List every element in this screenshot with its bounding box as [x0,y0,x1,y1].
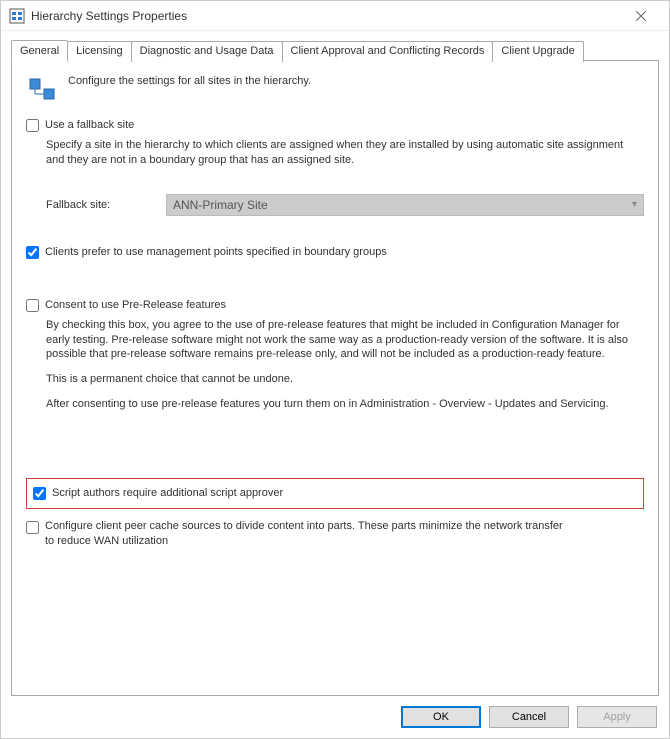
fallback-site-value: ANN-Primary Site [173,198,268,212]
dialog-button-row: OK Cancel Apply [1,696,669,738]
script-approver-checkbox[interactable] [33,487,46,500]
content-area: General Licensing Diagnostic and Usage D… [1,31,669,696]
window-icon [9,8,25,24]
hierarchy-settings-dialog: Hierarchy Settings Properties General Li… [0,0,670,739]
tab-client-approval[interactable]: Client Approval and Conflicting Records [282,41,494,62]
close-button[interactable] [621,2,661,30]
tab-diagnostic-usage[interactable]: Diagnostic and Usage Data [131,41,283,62]
intro-text: Configure the settings for all sites in … [68,73,311,87]
prerelease-checkbox[interactable] [26,299,39,312]
cancel-button[interactable]: Cancel [489,706,569,728]
fallback-site-checkbox[interactable] [26,119,39,132]
prerelease-text-3: After consenting to use pre-release feat… [46,397,644,412]
apply-button[interactable]: Apply [577,706,657,728]
tab-client-upgrade[interactable]: Client Upgrade [492,41,583,62]
titlebar: Hierarchy Settings Properties [1,1,669,31]
fallback-help-text: Specify a site in the hierarchy to which… [46,138,644,168]
hierarchy-icon [26,73,58,105]
tab-general[interactable]: General [11,40,68,61]
fallback-site-combobox[interactable]: ANN-Primary Site ▾ [166,194,644,216]
script-approver-highlight: Script authors require additional script… [26,478,644,509]
window-title: Hierarchy Settings Properties [31,9,621,23]
fallback-site-label: Use a fallback site [45,119,134,131]
script-approver-label: Script authors require additional script… [52,487,283,499]
tab-panel-general: Configure the settings for all sites in … [11,61,659,696]
tabstrip: General Licensing Diagnostic and Usage D… [11,39,659,61]
prerelease-text-1: By checking this box, you agree to the u… [46,318,644,363]
prerelease-text-2: This is a permanent choice that cannot b… [46,372,644,387]
tab-licensing[interactable]: Licensing [67,41,131,62]
mp-boundary-checkbox[interactable] [26,246,39,259]
ok-button[interactable]: OK [401,706,481,728]
peer-cache-checkbox[interactable] [26,521,39,534]
peer-cache-label: Configure client peer cache sources to d… [45,519,565,549]
mp-boundary-label: Clients prefer to use management points … [45,246,387,258]
fallback-site-field-label: Fallback site: [46,199,166,211]
chevron-down-icon: ▾ [632,199,637,210]
prerelease-label: Consent to use Pre-Release features [45,299,226,311]
